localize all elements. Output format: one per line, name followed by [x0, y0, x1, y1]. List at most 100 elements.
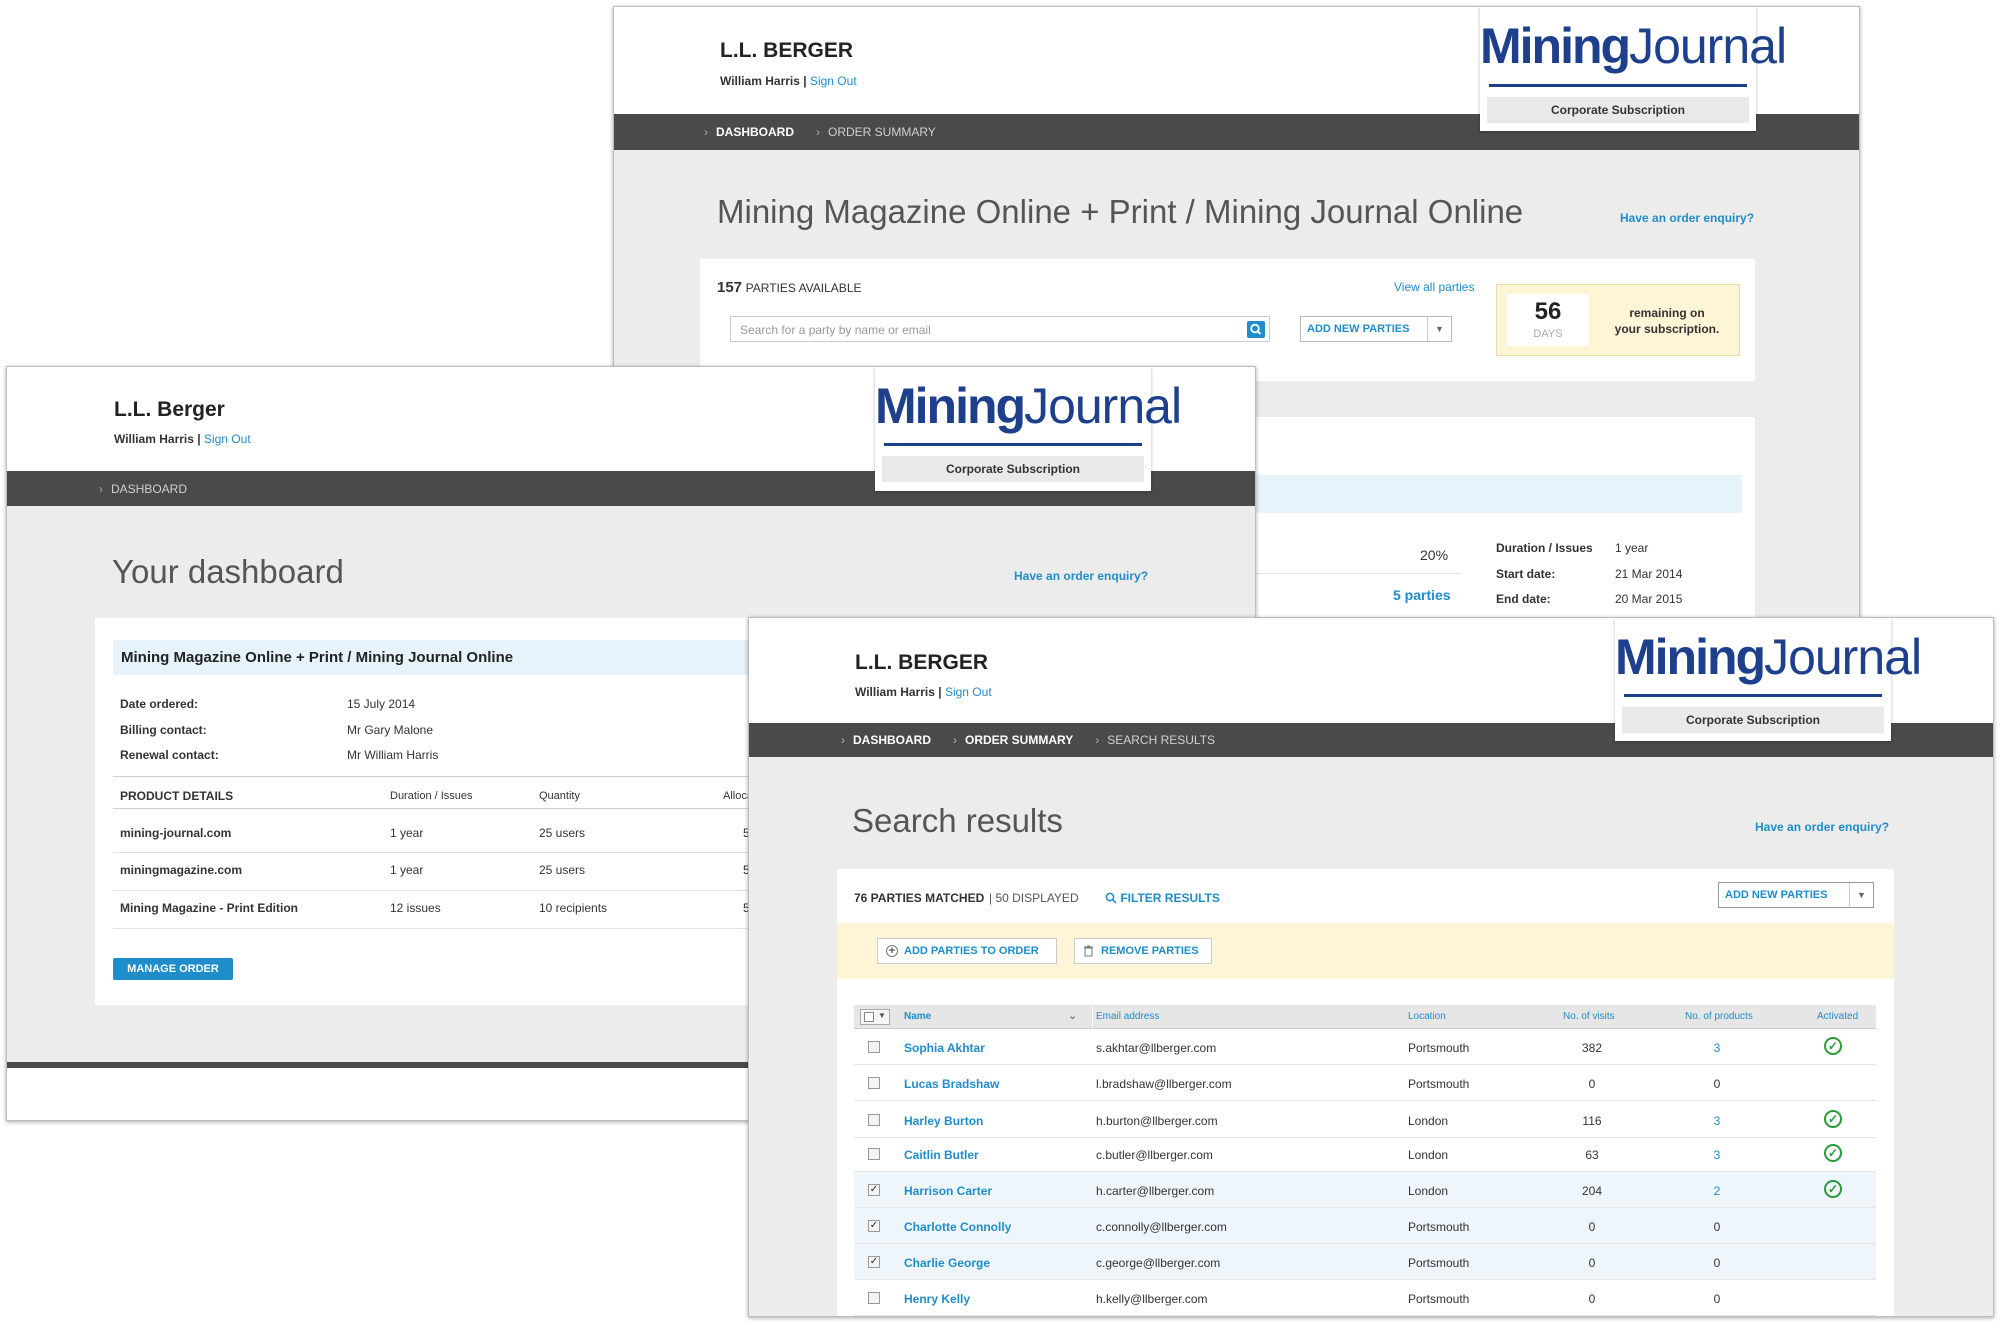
mining-journal-logo: MiningJournal [1480, 18, 1787, 74]
bulk-actions-bar: + ADD PARTIES TO ORDER REMOVE PARTIES [837, 923, 1894, 979]
party-location: Portsmouth [1408, 1292, 1470, 1306]
add-new-parties-dropdown[interactable]: ADD NEW PARTIES ▼ [1300, 316, 1452, 342]
parties-available: 157 PARTIES AVAILABLE [717, 279, 862, 296]
order-enquiry-link[interactable]: Have an order enquiry? [1014, 569, 1148, 583]
party-products[interactable]: 2 [1702, 1184, 1732, 1198]
parties-panel: 157 PARTIES AVAILABLE View all parties S… [700, 259, 1755, 381]
search-results-window: L.L. BERGER William Harris | Sign Out › D… [748, 617, 1994, 1317]
activated-check-icon: ✓ [1824, 1110, 1842, 1128]
trash-icon [1084, 945, 1093, 957]
table-row[interactable]: Lucas Bradshaw l.bradshaw@llberger.com P… [854, 1065, 1876, 1101]
col-visits[interactable]: No. of visits [1563, 1011, 1615, 1022]
party-name-link[interactable]: Harley Burton [904, 1114, 983, 1128]
sign-out-link[interactable]: Sign Out [810, 74, 857, 88]
user-name: William Harris [114, 432, 194, 446]
product-duration: 12 issues [390, 901, 441, 915]
user-info: William Harris | Sign Out [720, 74, 857, 88]
corporate-subscription-label: Corporate Subscription [1487, 97, 1749, 123]
table-row[interactable]: ✓ Charlie George c.george@llberger.com P… [854, 1244, 1876, 1280]
party-visits: 0 [1588, 1292, 1596, 1306]
row-checkbox[interactable] [868, 1114, 880, 1126]
sign-out-link[interactable]: Sign Out [204, 432, 251, 446]
party-products[interactable]: 3 [1702, 1114, 1732, 1128]
col-location[interactable]: Location [1408, 1011, 1446, 1022]
duration-label: Duration / Issues [1496, 541, 1593, 555]
order-enquiry-link[interactable]: Have an order enquiry? [1755, 820, 1889, 834]
table-row[interactable]: Caitlin Butler c.butler@llberger.com Lon… [854, 1136, 1876, 1172]
party-name-link[interactable]: Harrison Carter [904, 1184, 992, 1198]
billing-contact-label: Billing contact: [120, 723, 207, 737]
table-row[interactable]: ✓ Harrison Carter h.carter@llberger.com … [854, 1172, 1876, 1208]
user-name: William Harris [720, 74, 800, 88]
row-checkbox[interactable]: ✓ [868, 1184, 880, 1196]
party-name-link[interactable]: Charlie George [904, 1256, 990, 1270]
billing-contact-value: Mr Gary Malone [347, 723, 434, 737]
party-products[interactable]: 3 [1702, 1041, 1732, 1055]
party-email: c.butler@llberger.com [1096, 1148, 1213, 1162]
crumb-dashboard[interactable]: › DASHBOARD [99, 482, 187, 496]
select-all-checkbox[interactable]: ▼ [860, 1009, 890, 1025]
page-title: Your dashboard [112, 553, 344, 590]
party-name-link[interactable]: Charlotte Connolly [904, 1220, 1011, 1234]
party-products[interactable]: 3 [1702, 1148, 1732, 1162]
search-icon[interactable] [1247, 321, 1265, 338]
five-parties-link[interactable]: 5 parties [1393, 587, 1451, 603]
party-visits: 0 [1588, 1220, 1596, 1234]
row-checkbox[interactable] [868, 1292, 880, 1304]
mining-journal-logo: MiningJournal [1615, 629, 1922, 685]
party-location: Portsmouth [1408, 1256, 1470, 1270]
party-location: Portsmouth [1408, 1041, 1470, 1055]
mining-journal-logo: MiningJournal [875, 378, 1182, 434]
manage-order-button[interactable]: MANAGE ORDER [113, 958, 233, 980]
date-ordered-label: Date ordered: [120, 697, 199, 711]
activated-check-icon: ✓ [1824, 1180, 1842, 1198]
party-visits: 116 [1582, 1114, 1602, 1128]
row-checkbox[interactable]: ✓ [868, 1220, 880, 1232]
party-name-link[interactable]: Sophia Akhtar [904, 1041, 985, 1055]
user-info: William Harris | Sign Out [114, 432, 251, 446]
table-row[interactable]: ✓ Charlotte Connolly c.connolly@llberger… [854, 1208, 1876, 1244]
order-enquiry-link[interactable]: Have an order enquiry? [1620, 211, 1754, 225]
col-products[interactable]: No. of products [1685, 1011, 1753, 1022]
party-name-link[interactable]: Caitlin Butler [904, 1148, 979, 1162]
chevron-down-icon[interactable]: ⌄ [1068, 1009, 1077, 1022]
filter-results-link[interactable]: FILTER RESULTS [1105, 891, 1220, 905]
days-number: 56 [1534, 298, 1562, 325]
crumb-order-summary[interactable]: › ORDER SUMMARY [953, 733, 1073, 747]
row-checkbox[interactable] [868, 1077, 880, 1089]
party-name-link[interactable]: Lucas Bradshaw [904, 1077, 999, 1091]
table-row[interactable]: Henry Kelly h.kelly@llberger.com Portsmo… [854, 1280, 1876, 1316]
table-row[interactable]: Sophia Akhtar s.akhtar@llberger.com Port… [854, 1029, 1876, 1065]
duration-value: 1 year [1615, 541, 1649, 555]
party-name-link[interactable]: Henry Kelly [904, 1292, 970, 1306]
col-email[interactable]: Email address [1096, 1011, 1159, 1022]
party-email: h.kelly@llberger.com [1096, 1292, 1208, 1306]
end-date-value: 20 Mar 2015 [1615, 592, 1683, 606]
page-title: Mining Magazine Online + Print / Mining … [717, 193, 1524, 230]
crumb-dashboard[interactable]: › DASHBOARD [841, 733, 931, 747]
col-name[interactable]: Name [904, 1011, 931, 1022]
chevron-down-icon: ▼ [1427, 317, 1451, 341]
party-products: 0 [1713, 1220, 1721, 1234]
row-checkbox[interactable] [868, 1041, 880, 1053]
brand-logo: MiningJournal Corporate Subscription [1615, 618, 1922, 741]
row-checkbox[interactable] [868, 1148, 880, 1160]
table-row[interactable]: Harley Burton h.burton@llberger.com Lond… [854, 1102, 1876, 1138]
crumb-order-summary[interactable]: › ORDER SUMMARY [816, 125, 936, 139]
add-new-parties-dropdown[interactable]: ADD NEW PARTIES ▼ [1718, 882, 1874, 908]
crumb-dashboard[interactable]: › DASHBOARD [704, 125, 794, 139]
col-activated[interactable]: Activated [1817, 1011, 1858, 1022]
plus-circle-icon: + [886, 945, 898, 957]
party-email: c.connolly@llberger.com [1096, 1220, 1227, 1234]
crumb-search-results[interactable]: › SEARCH RESULTS [1095, 733, 1215, 747]
row-checkbox[interactable]: ✓ [868, 1256, 880, 1268]
search-icon [1105, 892, 1117, 904]
sign-out-link[interactable]: Sign Out [945, 685, 992, 699]
party-location: Portsmouth [1408, 1077, 1470, 1091]
remove-parties-button[interactable]: REMOVE PARTIES [1074, 938, 1212, 964]
product-details-header: PRODUCT DETAILS [120, 789, 234, 803]
product-name: Mining Magazine - Print Edition [120, 901, 298, 915]
view-all-parties-link[interactable]: View all parties [1394, 280, 1474, 294]
search-input[interactable]: Search for a party by name or email [730, 316, 1270, 342]
add-parties-to-order-button[interactable]: + ADD PARTIES TO ORDER [877, 938, 1057, 964]
